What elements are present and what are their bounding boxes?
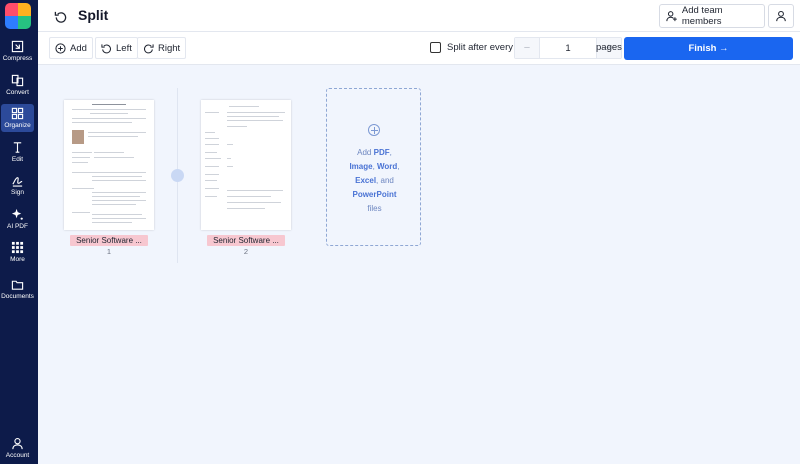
sidebar-item-label: More (10, 256, 25, 263)
pages-label: pages (596, 42, 622, 53)
page-name-label: Senior Software ... (207, 235, 285, 246)
add-text-pdf: PDF (373, 148, 390, 157)
compress-icon (11, 40, 24, 53)
add-text-word: Word (377, 162, 398, 171)
sidebar-item-label: Account (5, 452, 30, 459)
split-after-every-label: Split after every (447, 42, 513, 53)
add-files-dropzone[interactable]: Add PDF, Image, Word, Excel, and PowerPo… (326, 88, 421, 246)
undo-icon (54, 11, 66, 23)
sidebar-item-organize[interactable]: Organize (1, 104, 34, 132)
grid-icon (11, 241, 24, 254)
add-button[interactable]: Add (49, 37, 93, 59)
add-text-comma: , (389, 148, 392, 157)
sidebar-item-edit[interactable]: Edit (1, 138, 34, 166)
sidebar-item-label: Documents (1, 293, 34, 300)
add-circle-icon (55, 42, 66, 54)
toolbar: Add Left Right Split after every − 1 + p… (38, 32, 800, 65)
rotate-right-label: Right (158, 42, 181, 54)
finish-button[interactable]: Finish → (624, 37, 793, 60)
rotate-left-label: Left (116, 42, 132, 54)
convert-icon (11, 74, 24, 87)
page-number: 1 (106, 247, 112, 256)
add-text-powerpoint: PowerPoint (352, 190, 397, 199)
ai-sparkle-icon (11, 208, 23, 220)
sidebar-item-more[interactable]: More (1, 238, 34, 266)
sign-icon (12, 177, 23, 187)
rotate-right-icon (144, 43, 154, 53)
split-pages-input[interactable]: 1 (539, 38, 597, 58)
page-title: Split (78, 7, 109, 23)
decrement-button[interactable]: − (515, 38, 539, 58)
rotate-left-icon (101, 43, 111, 53)
sidebar-item-documents[interactable]: Documents (1, 275, 34, 303)
add-text-image: Image (349, 162, 373, 171)
add-text-comma: , (397, 162, 400, 171)
add-team-members-label: Add team members (681, 5, 723, 27)
sidebar-item-account[interactable]: Account (1, 434, 34, 462)
profile-photo (72, 130, 84, 144)
sidebar-item-ai-pdf[interactable]: AI PDF (1, 205, 34, 233)
page-thumbnail-1[interactable] (64, 100, 154, 230)
add-file-icon (368, 124, 380, 136)
sidebar-item-sign[interactable]: Sign (1, 171, 34, 199)
rotate-right-button[interactable]: Right (137, 37, 187, 59)
page-number: 2 (243, 247, 249, 256)
sidebar: Compress Convert Organize Edit Sign AI P… (0, 0, 38, 464)
split-after-every-checkbox[interactable] (430, 42, 441, 53)
add-text-excel: Excel (355, 176, 377, 185)
sidebar-item-label: Organize (4, 122, 31, 129)
top-header: Split Add team members (38, 0, 800, 32)
organize-icon (11, 107, 24, 120)
add-user-icon (666, 11, 677, 22)
add-files-text: Add PDF, Image, Word, Excel, and PowerPo… (331, 146, 418, 216)
add-text-and: , and (376, 176, 394, 185)
sidebar-item-convert[interactable]: Convert (1, 71, 34, 99)
page-thumbnail-2[interactable] (201, 100, 291, 230)
add-button-label: Add (70, 42, 87, 54)
scrollbar[interactable] (792, 66, 800, 464)
sidebar-item-compress[interactable]: Compress (1, 37, 34, 65)
sidebar-item-label: AI PDF (7, 223, 28, 230)
sidebar-item-label: Sign (10, 189, 24, 196)
sidebar-item-label: Convert (6, 89, 29, 96)
user-icon (776, 10, 786, 22)
edit-icon (13, 142, 22, 153)
sidebar-item-label: Compress (2, 55, 33, 62)
account-button[interactable] (768, 4, 794, 28)
page-name-label: Senior Software ... (70, 235, 148, 246)
rotate-left-button[interactable]: Left (95, 37, 138, 59)
add-team-members-button[interactable]: Add team members (659, 4, 765, 28)
undo-button[interactable] (52, 8, 68, 24)
app-logo[interactable] (5, 3, 31, 29)
sidebar-item-label: Edit (11, 156, 24, 163)
split-toggle[interactable] (171, 169, 184, 182)
account-icon (12, 438, 23, 450)
add-text-files: files (367, 204, 382, 213)
folder-icon (11, 280, 24, 290)
add-text-prefix: Add (357, 148, 374, 157)
